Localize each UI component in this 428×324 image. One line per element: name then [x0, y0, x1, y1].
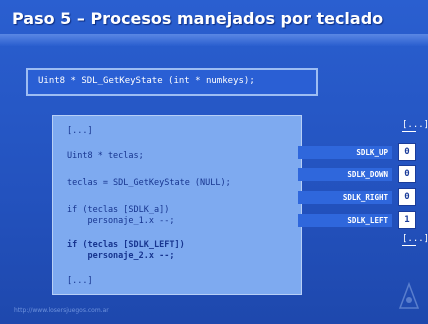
slide-title: Paso 5 – Procesos manejados por teclado [12, 9, 384, 28]
code-line-if-a: if (teclas [SDLK_a]) [67, 205, 170, 215]
key-state-row: SDLK_UP 0 [298, 143, 422, 163]
array-ellipsis-bottom: [...] [402, 234, 428, 246]
code-line-if-left: if (teclas [SDLK_LEFT]) [67, 240, 185, 250]
function-declaration-box: Uint8 * SDL_GetKeyState (int * numkeys); [26, 68, 318, 96]
key-label: SDLK_UP [298, 146, 392, 159]
key-value: 1 [398, 211, 416, 229]
key-label: SDLK_LEFT [298, 214, 392, 227]
key-state-row: SDLK_LEFT 1 [298, 211, 422, 231]
code-example-box: [...] Uint8 * teclas; teclas = SDL_GetKe… [52, 115, 302, 295]
footer-url: http://www.losersjuegos.com.ar [14, 307, 109, 314]
key-state-row: SDLK_RIGHT 0 [298, 188, 422, 208]
code-line-move-1: personaje_1.x --; [67, 216, 175, 226]
key-value: 0 [398, 165, 416, 183]
code-line-ellipsis-end: [...] [67, 276, 93, 286]
code-line-assignment: teclas = SDL_GetKeyState (NULL); [67, 178, 231, 188]
function-declaration: Uint8 * SDL_GetKeyState (int * numkeys); [38, 76, 255, 86]
code-line-move-2: personaje_2.x --; [67, 251, 175, 261]
key-state-row: SDLK_DOWN 0 [298, 165, 422, 185]
key-label: SDLK_DOWN [298, 168, 392, 181]
key-label: SDLK_RIGHT [298, 191, 392, 204]
key-value: 0 [398, 188, 416, 206]
title-underline [0, 34, 428, 46]
logo-icon [398, 282, 420, 309]
array-ellipsis-top: [...] [402, 120, 428, 132]
slide: Paso 5 – Procesos manejados por teclado … [0, 0, 428, 324]
key-value: 0 [398, 143, 416, 161]
code-line-ellipsis-start: [...] [67, 126, 93, 136]
code-line-declaration: Uint8 * teclas; [67, 151, 144, 161]
